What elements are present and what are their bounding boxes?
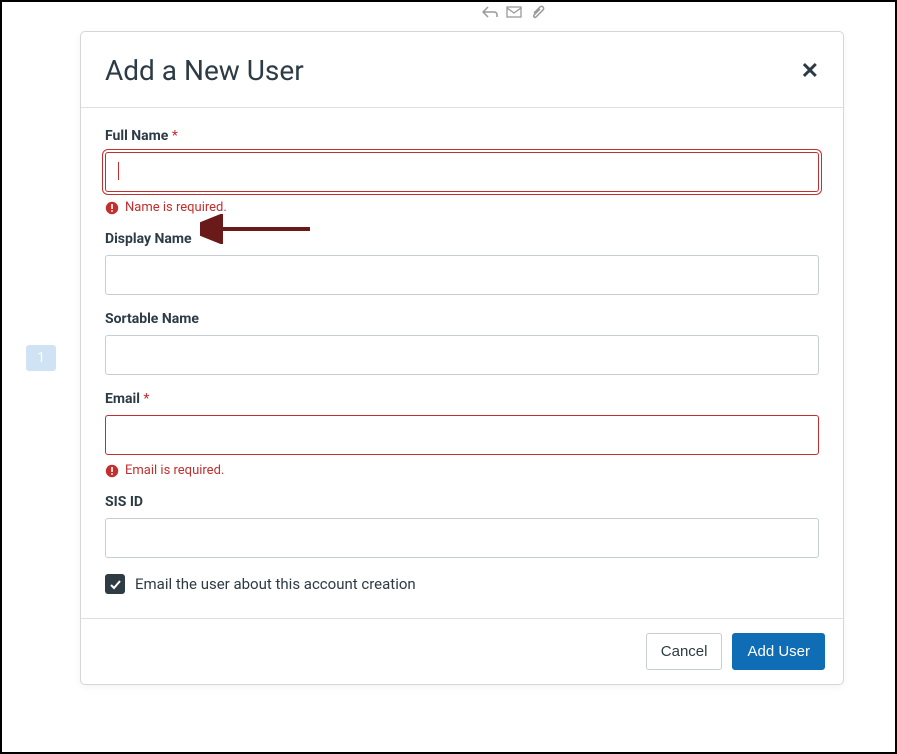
add-user-button[interactable]: Add User [732, 633, 825, 670]
full-name-input[interactable] [105, 152, 819, 192]
modal-footer: Cancel Add User [81, 618, 843, 684]
error-icon [105, 464, 119, 478]
full-name-label: Full Name * [105, 128, 819, 144]
error-text: Name is required. [125, 200, 227, 215]
email-group: Email * Email is required. [105, 391, 819, 478]
error-text: Email is required. [125, 463, 224, 478]
display-name-input[interactable] [105, 255, 819, 295]
email-input[interactable] [105, 415, 819, 455]
error-icon [105, 201, 119, 215]
mail-icon [506, 5, 522, 19]
cancel-button[interactable]: Cancel [646, 633, 723, 670]
sortable-name-label: Sortable Name [105, 311, 819, 327]
email-notify-checkbox[interactable] [105, 574, 125, 594]
required-asterisk: * [143, 391, 149, 407]
sis-id-group: SIS ID [105, 494, 819, 558]
sis-id-label: SIS ID [105, 494, 819, 510]
add-user-modal: Add a New User ✕ Full Name * Name is req… [80, 31, 844, 685]
email-label: Email * [105, 391, 819, 407]
modal-title: Add a New User [105, 54, 304, 87]
sortable-name-group: Sortable Name [105, 311, 819, 375]
sortable-name-input[interactable] [105, 335, 819, 375]
close-button[interactable]: ✕ [801, 60, 819, 82]
email-notify-row: Email the user about this account creati… [105, 574, 819, 594]
modal-body: Full Name * Name is required. Display Na… [81, 108, 843, 618]
full-name-error: Name is required. [105, 200, 819, 215]
display-name-group: Display Name [105, 231, 819, 295]
page-number-badge: 1 [26, 345, 56, 371]
modal-header: Add a New User ✕ [81, 32, 843, 108]
text-cursor [118, 162, 119, 180]
checkmark-icon [109, 578, 122, 591]
display-name-label: Display Name [105, 231, 819, 247]
email-error: Email is required. [105, 463, 819, 478]
email-notify-label: Email the user about this account creati… [135, 575, 416, 593]
background-toolbar-icons [482, 5, 546, 19]
required-asterisk: * [172, 128, 178, 144]
sis-id-input[interactable] [105, 518, 819, 558]
reply-icon [482, 5, 498, 19]
full-name-group: Full Name * Name is required. [105, 128, 819, 215]
page-number: 1 [37, 350, 45, 366]
attachment-icon [530, 5, 546, 19]
